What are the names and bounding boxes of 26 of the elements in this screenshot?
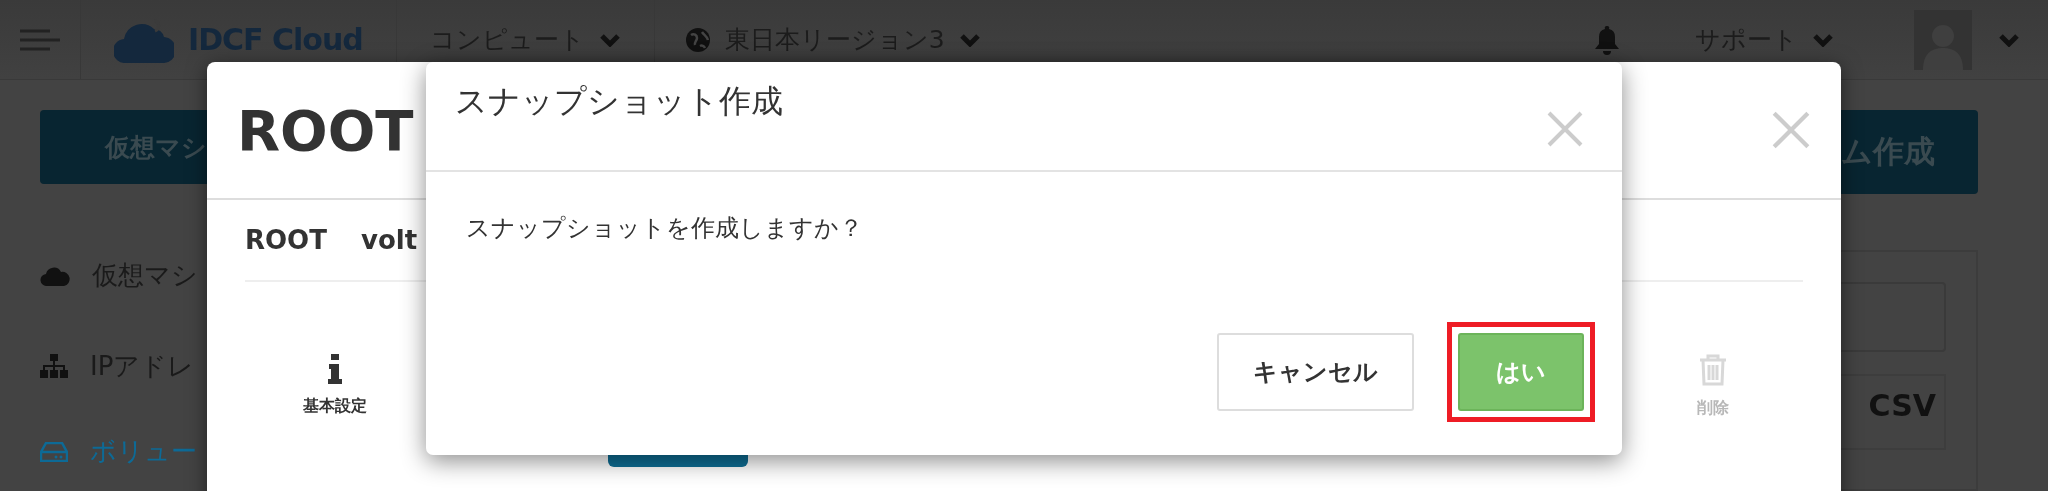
chevron-icon — [1812, 32, 1834, 47]
cancel-button[interactable]: キャンセル — [1217, 333, 1414, 411]
menu-icon[interactable] — [20, 27, 60, 52]
volume-name: volt — [360, 225, 418, 255]
dialog-message: スナップショットを作成しますか？ — [465, 213, 864, 244]
close-icon[interactable] — [1546, 110, 1584, 148]
sidebar-label: ボリュー — [90, 435, 197, 469]
chevron-icon — [958, 32, 981, 47]
dialog-title: スナップショット作成 — [455, 81, 783, 122]
volume-name: ROOT — [245, 225, 327, 255]
close-icon[interactable] — [1771, 110, 1811, 150]
modal-title: ROOT — [237, 97, 414, 163]
chevron-icon — [598, 32, 621, 47]
bell-icon[interactable] — [1594, 24, 1620, 55]
drive-icon — [40, 441, 68, 462]
chevron-icon — [1998, 32, 2020, 47]
action-label: 削除 — [1697, 398, 1729, 419]
globe-icon — [684, 26, 711, 53]
info-icon — [328, 354, 342, 384]
action-tool[interactable]: 基本設定 — [285, 354, 385, 419]
confirm-button[interactable]: はい — [1458, 333, 1584, 411]
network-icon — [40, 354, 68, 379]
action-label: 基本設定 — [303, 396, 367, 417]
trash-icon — [1699, 354, 1727, 386]
sidebar-item[interactable]: ボリュー — [40, 412, 207, 491]
cloud-icon — [40, 265, 70, 286]
